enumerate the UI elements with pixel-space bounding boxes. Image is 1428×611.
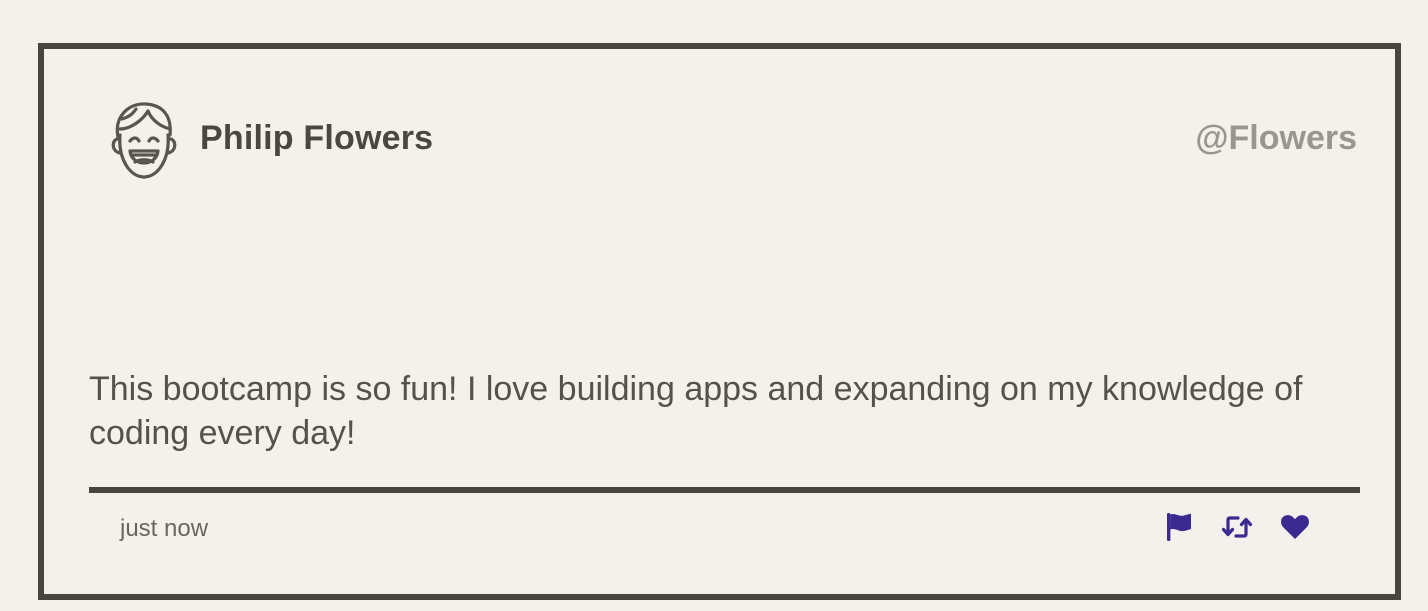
- like-button[interactable]: [1279, 511, 1311, 543]
- tweet-header: Philip Flowers @Flowers: [44, 49, 1395, 229]
- retweet-button[interactable]: [1221, 511, 1253, 543]
- flag-button[interactable]: [1163, 511, 1195, 543]
- tweet-card: Philip Flowers @Flowers This bootcamp is…: [38, 43, 1401, 600]
- display-name: Philip Flowers: [200, 119, 434, 157]
- tweet-text: This bootcamp is so fun! I love building…: [89, 370, 1303, 452]
- flag-icon: [1166, 512, 1192, 542]
- heart-icon: [1280, 514, 1310, 540]
- user-handle[interactable]: @Flowers: [1195, 119, 1357, 158]
- retweet-icon: [1221, 514, 1253, 540]
- tweet-actions: [1163, 511, 1311, 543]
- divider: [89, 487, 1360, 493]
- smiling-face-avatar-icon: [106, 99, 182, 181]
- timestamp: just now: [120, 515, 209, 542]
